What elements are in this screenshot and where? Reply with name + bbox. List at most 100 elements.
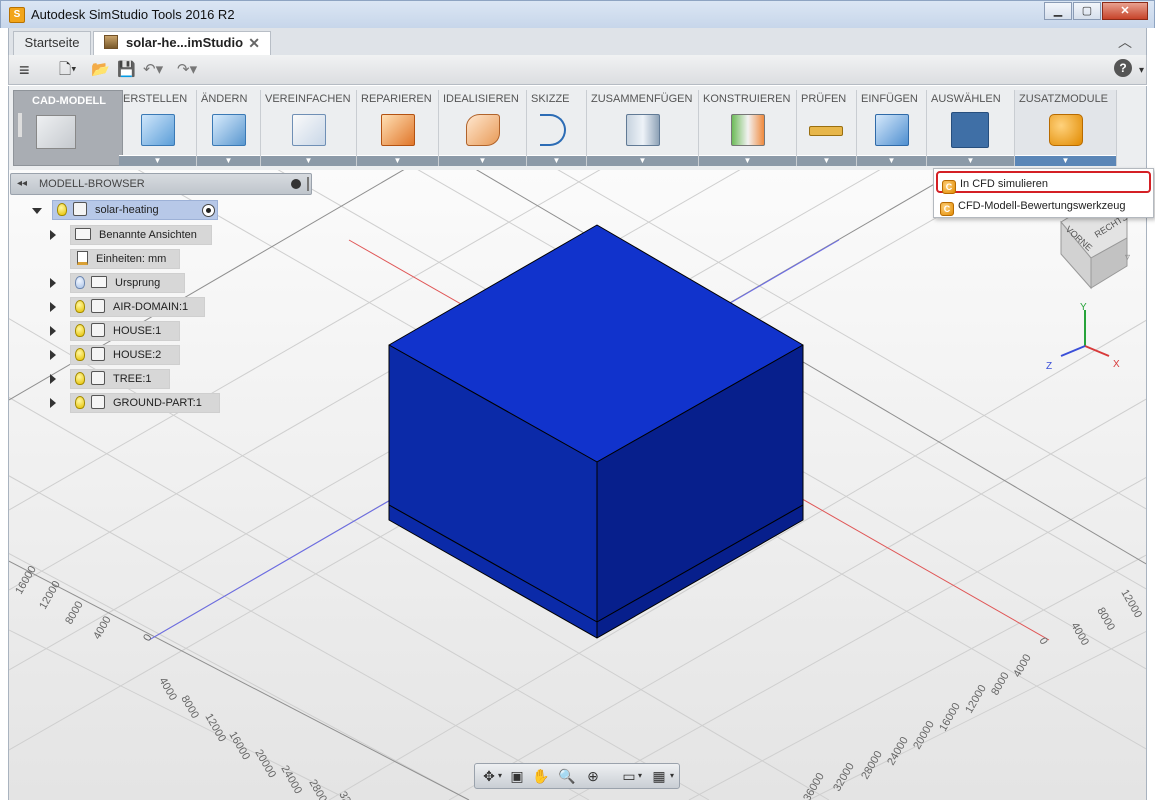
component-icon	[91, 299, 105, 313]
view-cube[interactable]: VORNE RECHTS ▿	[1060, 209, 1130, 290]
group-konstruieren[interactable]: KONSTRUIEREN ▼	[699, 90, 797, 166]
collapse-browser-icon[interactable]: ◂◂	[17, 174, 27, 194]
pan-hand-icon[interactable]: ✋	[531, 767, 551, 785]
grid-label: 16000	[13, 564, 39, 596]
tree-item-einheiten[interactable]: Einheiten: mm	[70, 249, 180, 269]
expand-triangle-icon[interactable]	[50, 350, 56, 360]
dropdown-icon[interactable]: ▼	[1015, 155, 1116, 166]
visibility-bulb-icon[interactable]	[57, 203, 67, 216]
help-dropdown-icon[interactable]: ▾	[1139, 62, 1144, 80]
tab-close-icon[interactable]: ✕	[248, 32, 260, 54]
group-label: ÄNDERN	[201, 93, 248, 105]
tab-startseite[interactable]: Startseite	[13, 31, 91, 55]
tree-item-tree-1[interactable]: TREE:1	[70, 369, 170, 389]
open-folder-icon[interactable]: 📂	[91, 61, 110, 79]
model-browser-header[interactable]: ◂◂ MODELL-BROWSER	[10, 173, 312, 195]
menu-item-cfd-model-assessment[interactable]: C CFD-Modell-Bewertungswerkzeug	[936, 195, 1151, 217]
dropdown-icon[interactable]: ▼	[797, 155, 856, 166]
save-icon[interactable]: 💾	[117, 61, 136, 79]
visibility-bulb-icon[interactable]	[75, 324, 85, 337]
units-document-icon	[77, 251, 88, 265]
maximize-button[interactable]: ▢	[1073, 2, 1101, 20]
group-idealisieren[interactable]: IDEALISIEREN ▼	[439, 90, 527, 166]
collapse-triangle-icon[interactable]	[32, 208, 42, 214]
dropdown-icon[interactable]: ▼	[261, 155, 356, 166]
group-aendern[interactable]: ÄNDERN ▼	[197, 90, 261, 166]
expand-triangle-icon[interactable]	[50, 326, 56, 336]
dropdown-icon[interactable]: ▼	[699, 155, 796, 166]
fit-view-icon[interactable]: ⊕	[583, 767, 603, 785]
air-domain-model[interactable]	[388, 224, 804, 639]
tree-item-house-2[interactable]: HOUSE:2	[70, 345, 180, 365]
expand-triangle-icon[interactable]	[50, 302, 56, 312]
dropdown-icon[interactable]: ▾	[667, 767, 677, 785]
expand-triangle-icon[interactable]	[50, 278, 56, 288]
dropdown-icon[interactable]: ▼	[119, 155, 196, 166]
workspace-switcher[interactable]: CAD-MODELL	[13, 90, 123, 166]
cfd-icon: C	[940, 202, 954, 216]
select-window-icon	[951, 112, 989, 148]
grid-settings-icon[interactable]: ▦	[649, 767, 669, 785]
tree-item-benannte-ansichten[interactable]: Benannte Ansichten	[70, 225, 212, 245]
chevron-down-icon[interactable]: ▿	[1125, 252, 1130, 263]
dropdown-icon[interactable]: ▼	[439, 155, 526, 166]
active-component-radio[interactable]	[202, 204, 215, 217]
dropdown-icon[interactable]: ▼	[857, 155, 926, 166]
dropdown-icon[interactable]: ▾	[495, 767, 505, 785]
dropdown-icon[interactable]: ▼	[927, 155, 1014, 166]
construct-plane-icon	[731, 114, 765, 146]
group-zusammenfuegen[interactable]: ZUSAMMENFÜGEN ▼	[587, 90, 699, 166]
expand-triangle-icon[interactable]	[50, 398, 56, 408]
tree-item-ursprung[interactable]: Ursprung	[70, 273, 185, 293]
workspace-label: CAD-MODELL	[32, 95, 106, 107]
tab-label: Startseite	[24, 35, 80, 50]
undo-icon[interactable]: ↶▾	[143, 61, 163, 79]
grid-label: 12000	[202, 712, 228, 744]
tree-item-ground-part[interactable]: GROUND-PART:1	[70, 393, 220, 413]
visibility-bulb-icon[interactable]	[75, 348, 85, 361]
idealize-icon	[466, 114, 500, 146]
group-zusatzmodule[interactable]: ZUSATZMODULE ▼	[1015, 90, 1117, 166]
group-erstellen[interactable]: ERSTELLEN ▼	[119, 90, 197, 166]
menu-icon[interactable]: ≡	[19, 61, 30, 79]
tree-root-solar-heating[interactable]: solar-heating	[52, 200, 218, 220]
tab-solar-heating[interactable]: solar-he...imStudio ✕	[93, 31, 271, 55]
group-skizze[interactable]: SKIZZE ▼	[527, 90, 587, 166]
look-at-icon[interactable]: ▣	[507, 767, 527, 785]
group-pruefen[interactable]: PRÜFEN ▼	[797, 90, 857, 166]
group-auswaehlen[interactable]: AUSWÄHLEN ▼	[927, 90, 1015, 166]
visibility-bulb-icon[interactable]	[75, 300, 85, 313]
redo-icon[interactable]: ↷▾	[177, 61, 197, 79]
dropdown-icon[interactable]: ▼	[527, 155, 586, 166]
help-icon[interactable]: ?	[1114, 59, 1132, 77]
new-file-icon[interactable]: 🗋▾	[59, 61, 77, 79]
app-logo-icon: S	[9, 7, 25, 23]
menu-item-simulate-in-cfd[interactable]: C In CFD simulieren	[936, 171, 1151, 194]
expand-triangle-icon[interactable]	[50, 230, 56, 240]
chevron-up-icon[interactable]: ︿	[1118, 32, 1132, 52]
dropdown-icon[interactable]: ▾	[635, 767, 645, 785]
dropdown-icon[interactable]: ▼	[357, 155, 438, 166]
grid-label: 8000	[1094, 606, 1117, 633]
tree-item-house-1[interactable]: HOUSE:1	[70, 321, 180, 341]
minimize-browser-icon[interactable]	[291, 179, 301, 189]
dropdown-icon[interactable]: ▼	[197, 155, 260, 166]
visibility-bulb-icon[interactable]	[75, 276, 85, 289]
group-vereinfachen[interactable]: VEREINFACHEN ▼	[261, 90, 357, 166]
visibility-bulb-icon[interactable]	[75, 396, 85, 409]
grid-label: 4000	[156, 676, 179, 703]
grip-icon[interactable]	[307, 177, 309, 191]
expand-triangle-icon[interactable]	[50, 374, 56, 384]
close-button[interactable]: ✕	[1102, 2, 1148, 20]
dropdown-icon[interactable]: ▼	[587, 155, 698, 166]
group-reparieren[interactable]: REPARIEREN ▼	[357, 90, 439, 166]
grid-label: 24000	[278, 764, 304, 796]
grid-label: 28000	[306, 778, 332, 800]
minimize-button[interactable]: ▁	[1044, 2, 1072, 20]
tree-item-air-domain[interactable]: AIR-DOMAIN:1	[70, 297, 205, 317]
box-icon	[141, 114, 175, 146]
group-einfuegen[interactable]: EINFÜGEN ▼	[857, 90, 927, 166]
visibility-bulb-icon[interactable]	[75, 372, 85, 385]
cube-icon	[36, 115, 76, 149]
zoom-icon[interactable]: 🔍	[557, 767, 577, 785]
